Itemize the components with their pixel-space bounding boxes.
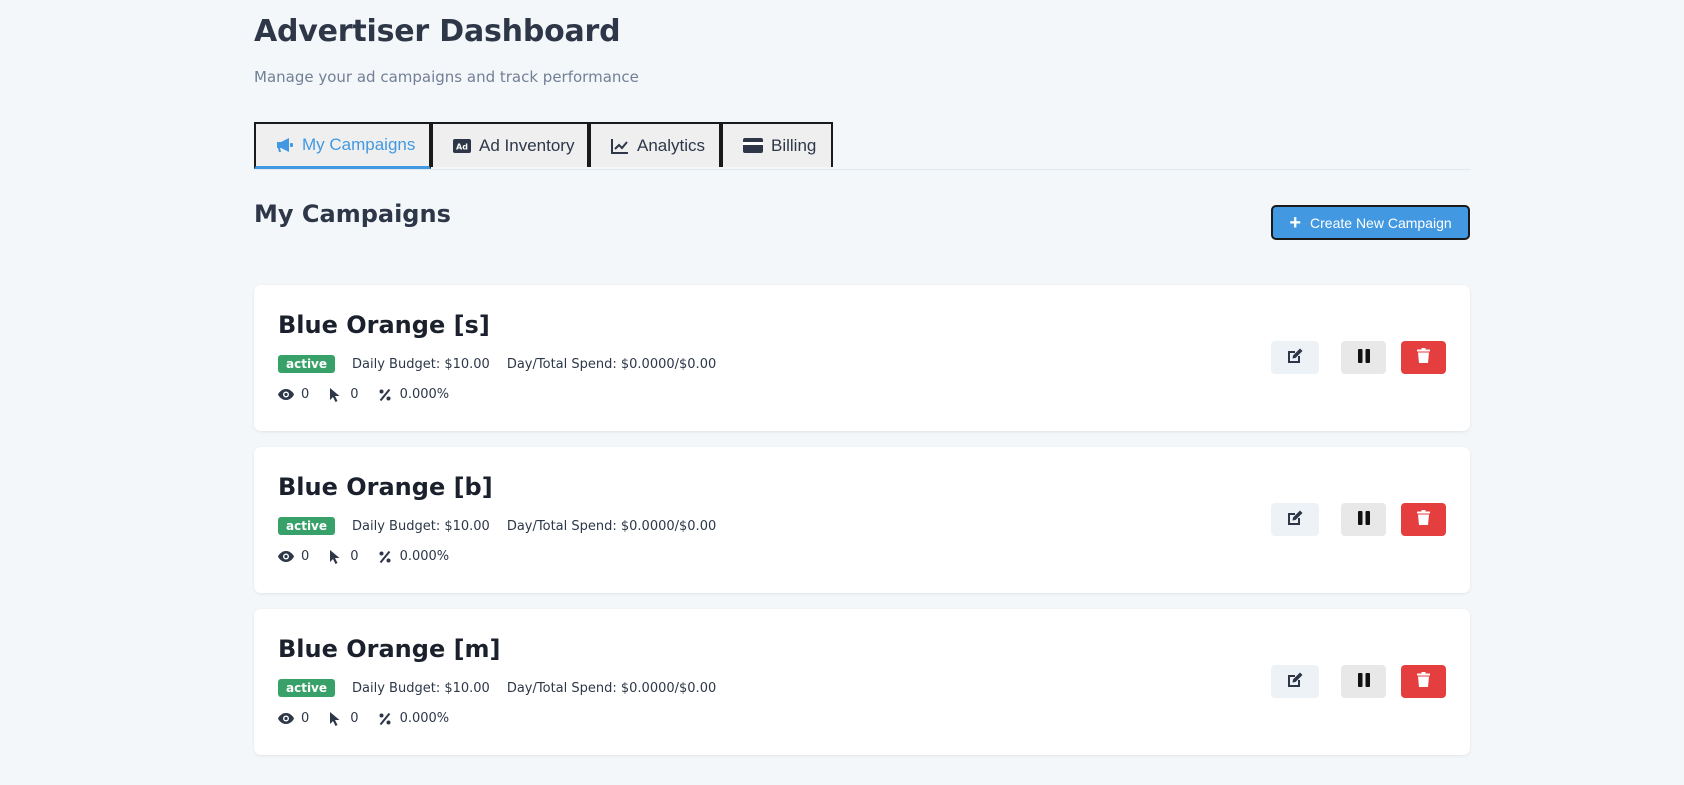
delete-button[interactable] — [1401, 665, 1446, 698]
trash-icon — [1417, 348, 1430, 367]
clicks-stat: 0 — [327, 549, 359, 564]
create-campaign-button[interactable]: + Create New Campaign — [1271, 205, 1470, 240]
clicks-value: 0 — [350, 549, 359, 564]
eye-icon — [278, 712, 294, 726]
trash-icon — [1417, 672, 1430, 691]
daily-budget: Daily Budget: $10.00 — [352, 680, 490, 696]
trash-icon — [1417, 510, 1430, 529]
tab-ad-inventory[interactable]: Ad Ad Inventory — [431, 122, 589, 167]
pause-icon — [1357, 348, 1370, 367]
daily-budget: Daily Budget: $10.00 — [352, 356, 490, 372]
campaign-card: Blue Orange [m] active Daily Budget: $10… — [254, 609, 1470, 755]
campaign-stats: 0 0 0.000% — [278, 711, 467, 726]
campaign-stats: 0 0 0.000% — [278, 387, 467, 402]
tab-my-campaigns[interactable]: My Campaigns — [254, 122, 431, 169]
tab-label: Analytics — [637, 135, 706, 155]
clicks-stat: 0 — [327, 387, 359, 402]
impressions-stat: 0 — [278, 711, 309, 726]
eye-icon — [278, 550, 294, 564]
clicks-value: 0 — [350, 387, 359, 402]
delete-button[interactable] — [1401, 503, 1446, 536]
ctr-stat: 0.000% — [377, 711, 450, 726]
status-badge: active — [278, 355, 336, 373]
pause-button[interactable] — [1341, 503, 1386, 536]
create-campaign-label: Create New Campaign — [1310, 214, 1452, 231]
campaign-stats: 0 0 0.000% — [278, 549, 467, 564]
pause-button[interactable] — [1341, 665, 1386, 698]
tab-analytics[interactable]: Analytics — [589, 122, 721, 167]
impressions-value: 0 — [301, 387, 310, 402]
svg-text:Ad: Ad — [456, 142, 468, 151]
spend: Day/Total Spend: $0.0000/$0.00 — [506, 680, 717, 696]
pointer-icon — [327, 549, 343, 564]
delete-button[interactable] — [1401, 341, 1446, 374]
pointer-icon — [327, 711, 343, 726]
tab-label: Ad Inventory — [479, 135, 575, 155]
spend: Day/Total Spend: $0.0000/$0.00 — [506, 356, 717, 372]
campaign-name: Blue Orange [s] — [278, 311, 490, 339]
pointer-icon — [327, 387, 343, 402]
campaign-card: Blue Orange [s] active Daily Budget: $10… — [254, 285, 1470, 431]
ctr-value: 0.000% — [399, 387, 450, 402]
campaign-name: Blue Orange [m] — [278, 635, 501, 663]
clicks-stat: 0 — [327, 711, 359, 726]
edit-button[interactable] — [1271, 341, 1319, 374]
megaphone-icon — [276, 135, 294, 155]
pause-icon — [1357, 510, 1370, 529]
edit-icon — [1287, 672, 1303, 692]
campaign-name: Blue Orange [b] — [278, 473, 493, 501]
edit-button[interactable] — [1271, 503, 1319, 536]
impressions-stat: 0 — [278, 549, 309, 564]
percent-icon — [377, 550, 393, 564]
ctr-value: 0.000% — [399, 711, 450, 726]
campaign-card: Blue Orange [b] active Daily Budget: $10… — [254, 447, 1470, 593]
tab-label: Billing — [771, 135, 817, 155]
edit-icon — [1287, 348, 1303, 368]
ad-icon: Ad — [453, 136, 471, 156]
daily-budget: Daily Budget: $10.00 — [352, 518, 490, 534]
impressions-stat: 0 — [278, 387, 309, 402]
campaign-meta: active Daily Budget: $10.00 Day/Total Sp… — [278, 517, 733, 535]
page-subtitle: Manage your ad campaigns and track perfo… — [254, 68, 639, 86]
section-title: My Campaigns — [254, 200, 451, 228]
tab-bar: My Campaigns Ad Ad Inventory Analytics B… — [254, 122, 1470, 170]
clicks-value: 0 — [350, 711, 359, 726]
percent-icon — [377, 712, 393, 726]
dashboard-page: Advertiser Dashboard Manage your ad camp… — [0, 0, 1684, 785]
status-badge: active — [278, 517, 336, 535]
tab-label: My Campaigns — [302, 135, 416, 154]
pause-icon — [1357, 672, 1370, 691]
impressions-value: 0 — [301, 711, 310, 726]
campaign-meta: active Daily Budget: $10.00 Day/Total Sp… — [278, 355, 733, 373]
eye-icon — [278, 388, 294, 402]
ctr-stat: 0.000% — [377, 387, 450, 402]
pause-button[interactable] — [1341, 341, 1386, 374]
campaign-meta: active Daily Budget: $10.00 Day/Total Sp… — [278, 679, 733, 697]
percent-icon — [377, 388, 393, 402]
ctr-stat: 0.000% — [377, 549, 450, 564]
plus-icon: + — [1289, 211, 1302, 234]
credit-card-icon — [743, 136, 763, 156]
spend: Day/Total Spend: $0.0000/$0.00 — [506, 518, 717, 534]
page-title: Advertiser Dashboard — [254, 14, 621, 49]
status-badge: active — [278, 679, 336, 697]
edit-button[interactable] — [1271, 665, 1319, 698]
chart-line-icon — [611, 136, 629, 156]
edit-icon — [1287, 510, 1303, 530]
impressions-value: 0 — [301, 549, 310, 564]
tab-billing[interactable]: Billing — [721, 122, 833, 167]
ctr-value: 0.000% — [399, 549, 450, 564]
